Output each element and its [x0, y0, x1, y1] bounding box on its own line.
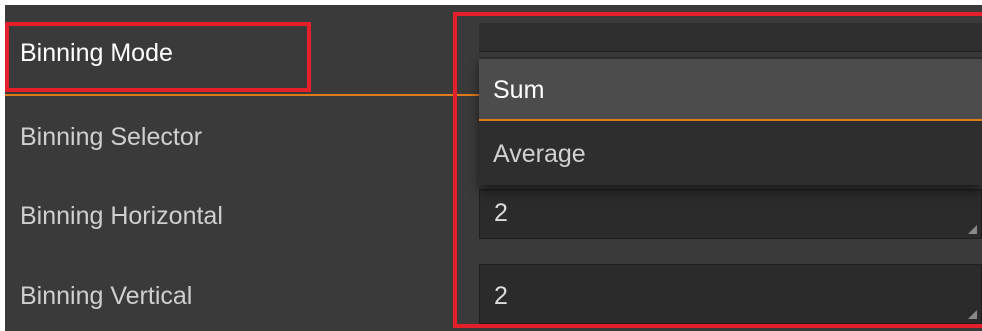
binning-horizontal-input[interactable]: 2 — [479, 189, 982, 239]
binning-vertical-input[interactable]: 2 — [479, 264, 982, 324]
binning-mode-label[interactable]: Binning Mode — [20, 38, 173, 68]
binning-selector-label[interactable]: Binning Selector — [20, 122, 202, 152]
binning-vertical-label[interactable]: Binning Vertical — [20, 281, 192, 311]
selected-row-underline — [5, 94, 485, 96]
binning-vertical-value: 2 — [494, 282, 508, 310]
binning-mode-dropdown-list: Sum Average — [479, 57, 982, 185]
parameter-panel: Binning Mode Binning Selector Binning Ho… — [5, 5, 982, 331]
binning-mode-dropdown-field[interactable] — [479, 23, 982, 52]
binning-horizontal-label[interactable]: Binning Horizontal — [20, 201, 223, 231]
dropdown-option-average[interactable]: Average — [479, 123, 982, 185]
resize-grip-icon — [968, 225, 977, 234]
binning-horizontal-value: 2 — [494, 199, 508, 227]
dropdown-option-sum[interactable]: Sum — [479, 59, 982, 121]
resize-grip-icon — [968, 310, 977, 319]
